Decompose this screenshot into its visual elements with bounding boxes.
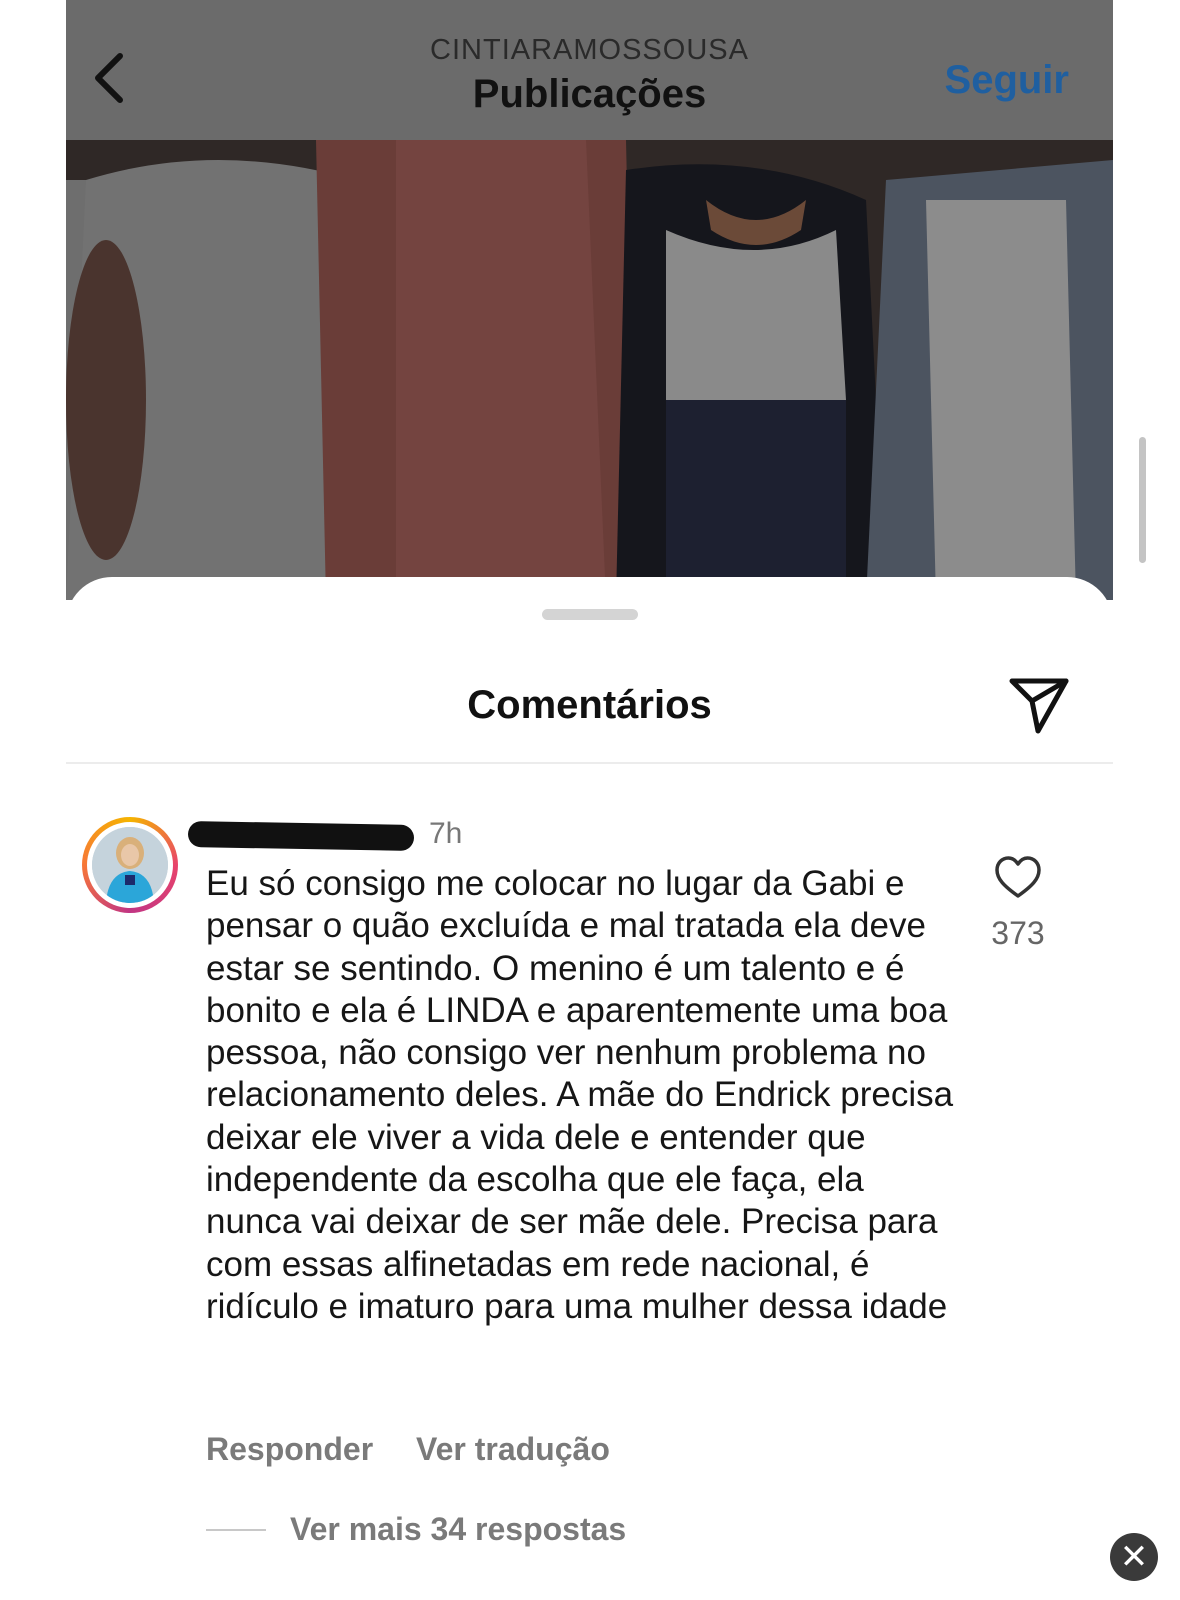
follow-button[interactable]: Seguir [945,58,1069,103]
share-button[interactable] [1006,675,1072,737]
username-redaction [187,821,415,851]
avatar[interactable] [82,817,178,913]
reply-button[interactable]: Responder [206,1431,373,1468]
avatar-photo [92,827,168,903]
replies-divider-line [206,1529,266,1531]
avatar-ring-gap [87,822,173,908]
view-more-replies-button[interactable]: Ver mais 34 respostas [290,1511,626,1548]
comment-text: Eu só consigo me colocar no lugar da Gab… [206,864,954,1326]
header-divider [66,762,1113,764]
heart-outline-icon [995,856,1041,898]
comment-timestamp: 7h [429,817,463,850]
instagram-post-view: CINTIARAMOSSOUSA Publicações Seguir Come… [66,0,1113,1600]
sheet-drag-handle[interactable] [542,609,638,620]
translate-button[interactable]: Ver tradução [416,1431,610,1468]
comments-sheet: Comentários 7h Eu só consigo me colocar … [66,577,1113,1600]
like-button[interactable] [994,855,1042,901]
paper-plane-icon [1009,678,1069,734]
comments-title: Comentários [467,683,712,727]
like-count: 373 [991,915,1045,951]
post-photo [66,140,1113,600]
close-button[interactable]: ✕ [1110,1533,1158,1581]
close-icon: ✕ [1119,1537,1149,1577]
top-header: CINTIARAMOSSOUSA Publicações Seguir [66,0,1113,140]
scrollbar[interactable] [1139,437,1146,563]
